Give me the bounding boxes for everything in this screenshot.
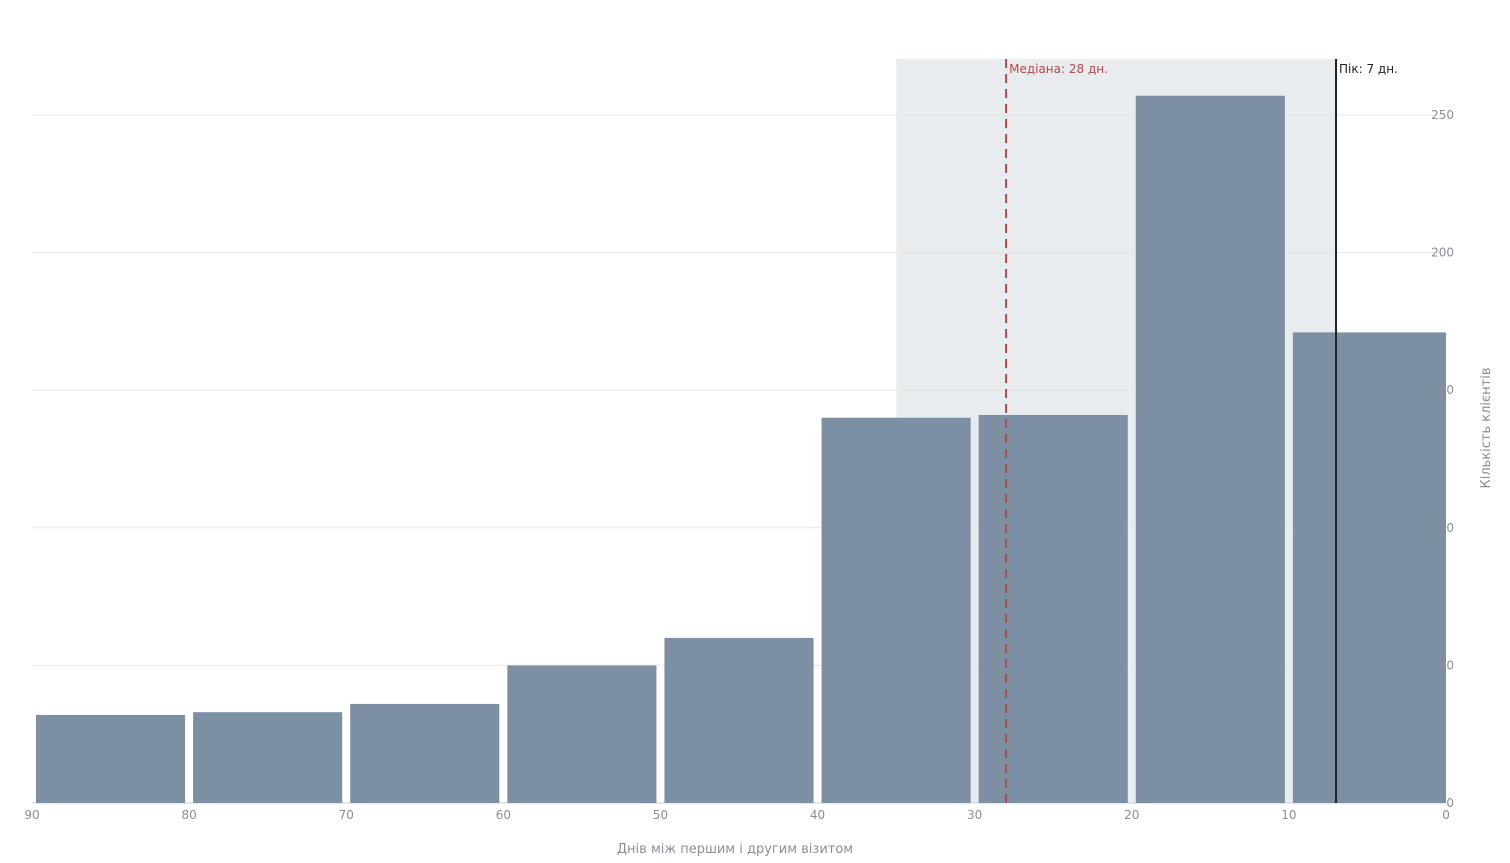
y-tick-label: 250 [1431, 108, 1454, 122]
bars-layer [36, 95, 1446, 803]
histogram-bar [821, 417, 971, 803]
median-annotation: Медіана: 28 дн. [1009, 62, 1108, 76]
histogram-bar [507, 665, 657, 803]
x-tick-label: 60 [496, 808, 511, 822]
histogram-bar [193, 712, 343, 803]
x-tick-label: 90 [24, 808, 39, 822]
x-tick-label: 70 [339, 808, 354, 822]
peak-annotation: Пік: 7 дн. [1339, 62, 1398, 76]
histogram-chart: 0 10 20 30 40 50 60 70 80 90 0 50 100 150 200 250 Днів м… [0, 0, 1510, 863]
y-tick-label: 0 [1446, 796, 1454, 810]
histogram-bar [36, 714, 186, 803]
histogram-bar [1292, 332, 1446, 803]
y-tick-label: 200 [1431, 246, 1454, 260]
x-tick-label: 40 [810, 808, 825, 822]
y-tick-label: 150 [1431, 383, 1454, 397]
chart-canvas: 0 10 20 30 40 50 60 70 80 90 0 50 100 150 200 250 Днів м… [24, 59, 1494, 857]
histogram-bar [978, 414, 1128, 803]
x-tick-label: 50 [653, 808, 668, 822]
histogram-bar [350, 703, 500, 803]
x-tick-label: 10 [1281, 808, 1296, 822]
histogram-bar [664, 637, 814, 803]
x-tick-label: 80 [181, 808, 196, 822]
x-tick-label: 20 [1124, 808, 1139, 822]
histogram-bar [1135, 95, 1285, 803]
y-axis-title: Кількість клієнтів [1479, 367, 1494, 488]
y-tick-label: 100 [1431, 521, 1454, 535]
x-tick-label: 0 [1442, 808, 1450, 822]
y-tick-label: 50 [1439, 658, 1454, 672]
x-tick-label: 30 [967, 808, 982, 822]
x-axis-title: Днів між першим і другим візитом [617, 842, 853, 857]
